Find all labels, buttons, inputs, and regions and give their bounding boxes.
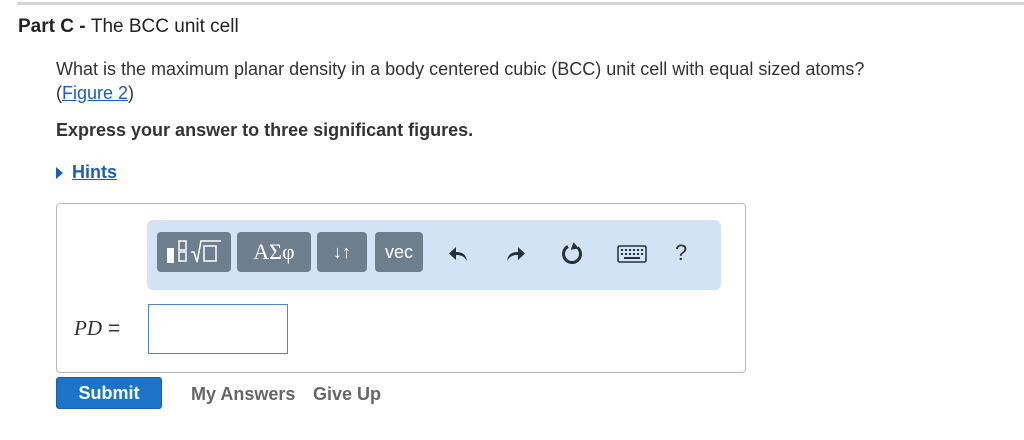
templates-button[interactable] [157,232,231,272]
part-heading: The BCC unit cell [90,16,239,37]
math-toolbar: ΑΣφ ↓↑ vec ? [147,220,721,290]
question-text: What is the maximum planar density in a … [56,59,865,79]
answer-panel: ΑΣφ ↓↑ vec ? PD = [56,203,746,373]
arrows-button[interactable]: ↓↑ [317,232,367,272]
templates-icon [167,240,221,263]
vector-button[interactable]: vec [375,232,423,272]
redo-button[interactable] [501,240,529,268]
redo-icon [507,247,525,261]
give-up-button[interactable]: Give Up [313,384,381,405]
keyboard-icon [617,245,647,263]
reset-button[interactable] [559,240,587,268]
help-button[interactable]: ? [675,240,687,266]
part-separator: - [73,16,91,37]
my-answers-button[interactable]: My Answers [191,384,295,405]
figure-close-paren: ) [128,83,135,103]
part-label: Part C [18,16,74,37]
figure-reference: (Figure 2) [56,81,996,105]
answer-instruction: Express your answer to three significant… [56,120,474,140]
undo-button[interactable] [445,240,473,268]
variable-name: PD [74,316,102,340]
question-block: What is the maximum planar density in a … [56,57,996,105]
submit-button[interactable]: Submit [56,377,162,409]
figure-link[interactable]: Figure 2 [62,83,128,103]
greek-symbols-button[interactable]: ΑΣφ [237,232,311,272]
reset-icon [562,242,583,264]
answer-input[interactable] [148,304,288,354]
undo-icon [449,247,467,261]
top-divider [17,2,1024,5]
triangle-right-icon [56,166,63,179]
hints-toggle[interactable]: Hints [56,162,117,183]
answer-variable-label: PD = [74,316,120,341]
keyboard-button[interactable] [615,240,649,268]
part-title: Part C - The BCC unit cell [18,16,239,38]
hints-link[interactable]: Hints [72,162,117,183]
equals-sign: = [102,317,121,340]
